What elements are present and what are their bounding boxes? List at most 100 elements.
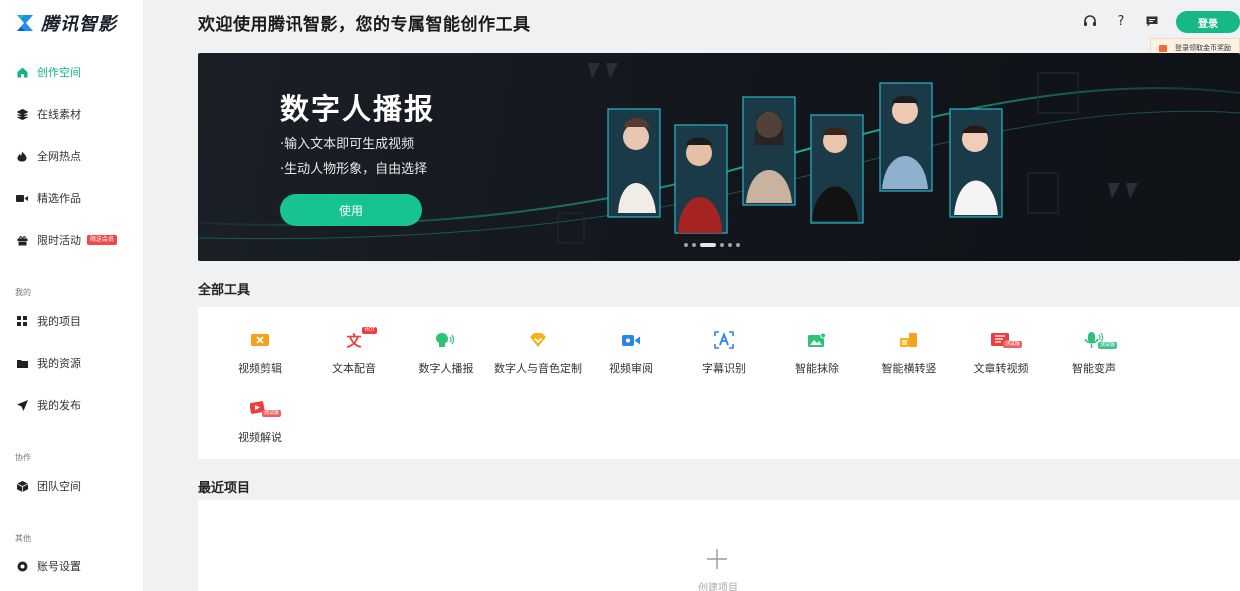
logo-icon — [15, 13, 35, 33]
section-label-mine: 我的 — [15, 288, 31, 297]
video-review-icon — [622, 329, 640, 351]
hot-tag: HOT — [362, 327, 378, 334]
hero-banner[interactable]: 数字人播报 ·输入文本即可生成视频 ·生动人物形象，自由选择 使用 — [198, 53, 1240, 261]
rotate-icon — [900, 329, 918, 351]
tool-label: 智能变声 — [1072, 362, 1116, 375]
sidebar-item-hot-topics[interactable]: 全网热点 — [16, 146, 81, 166]
video-narrate-icon: 测试版 — [250, 398, 282, 420]
article-video-icon: 测试版 — [991, 329, 1023, 351]
folder-icon — [16, 357, 28, 369]
subtitle-icon — [714, 329, 734, 351]
send-icon — [16, 399, 28, 411]
tool-subtitle-recognition[interactable]: 字幕识别 — [679, 329, 769, 379]
beta-tag: 测试版 — [1003, 341, 1023, 348]
settings-icon — [16, 560, 28, 572]
login-button[interactable]: 登录 — [1176, 11, 1240, 33]
tool-voice-change[interactable]: 测试版 智能变声 — [1049, 329, 1139, 379]
recent-section-title: 最近项目 — [198, 481, 251, 496]
help-icon[interactable]: ? — [1113, 13, 1129, 29]
sidebar: 腾讯智影 创作空间 在线素材 全网热点 精选作品 限时活动 限送会员 我的 我的… — [0, 0, 143, 591]
tool-video-review[interactable]: 视频审阅 — [586, 329, 676, 379]
banner-use-button[interactable]: 使用 — [280, 194, 422, 226]
tools-section-title: 全部工具 — [198, 283, 251, 298]
sidebar-item-label: 限时活动 — [37, 234, 81, 247]
sidebar-item-label: 我的资源 — [37, 357, 81, 370]
sidebar-item-my-publish[interactable]: 我的发布 — [16, 395, 81, 415]
page-title: 欢迎使用腾讯智影，您的专属智能创作工具 — [198, 15, 531, 35]
sidebar-item-account-settings[interactable]: 账号设置 — [16, 556, 81, 576]
tool-video-narration[interactable]: 测试版 视频解说 — [215, 398, 305, 448]
tool-label: 视频剪辑 — [238, 362, 282, 375]
tool-landscape-to-portrait[interactable]: 智能横转竖 — [864, 329, 954, 379]
tool-label: 智能抹除 — [795, 362, 839, 375]
carousel-dot[interactable] — [692, 243, 696, 247]
beta-tag: 测试版 — [1098, 342, 1118, 349]
beta-tag: 测试版 — [262, 410, 282, 417]
sidebar-item-creation-space[interactable]: 创作空间 — [16, 62, 81, 82]
carousel-dot[interactable] — [720, 243, 724, 247]
tool-label: 智能横转竖 — [881, 362, 937, 375]
video-icon — [16, 192, 28, 204]
create-project-label: 创建项目 — [698, 583, 738, 591]
carousel-dot[interactable] — [684, 243, 688, 247]
message-icon[interactable] — [1144, 13, 1160, 29]
tool-label: 视频解说 — [238, 431, 282, 444]
gift-icon — [1159, 44, 1167, 52]
recent-projects: 创建项目 — [198, 500, 1240, 591]
sidebar-item-label: 我的发布 — [37, 399, 81, 412]
tool-label: 数字人播报 — [418, 362, 474, 375]
banner-title: 数字人播报 — [280, 92, 436, 126]
sidebar-item-my-projects[interactable]: 我的项目 — [16, 311, 81, 331]
sidebar-item-label: 账号设置 — [37, 560, 81, 573]
tool-digital-human[interactable]: 数字人播报 — [401, 329, 491, 379]
grid-icon — [16, 315, 28, 327]
logo-text: 腾讯智影 — [41, 14, 117, 35]
cube-icon — [16, 480, 28, 492]
banner-feature-2: ·生动人物形象，自由选择 — [280, 162, 428, 177]
sidebar-item-my-resources[interactable]: 我的资源 — [16, 353, 81, 373]
banner-artwork — [198, 63, 1240, 244]
custom-voice-icon — [529, 329, 547, 351]
tool-label: 字幕识别 — [702, 362, 746, 375]
gift-icon — [16, 234, 28, 246]
tool-smart-erase[interactable]: 智能抹除 — [772, 329, 862, 379]
sidebar-item-limited-events[interactable]: 限时活动 限送会员 — [16, 230, 118, 250]
sidebar-item-label: 团队空间 — [37, 480, 81, 493]
tool-label: 文章转视频 — [973, 362, 1029, 375]
sidebar-item-label: 创作空间 — [37, 66, 81, 79]
plus-icon — [707, 549, 727, 569]
sidebar-item-team-space[interactable]: 团队空间 — [16, 476, 81, 496]
erase-icon — [808, 329, 826, 351]
banner-feature-1: ·输入文本即可生成视频 — [280, 137, 415, 152]
tool-article-to-video[interactable]: 测试版 文章转视频 — [956, 329, 1046, 379]
login-tip-text: 登录领取金币奖励 — [1175, 44, 1231, 52]
section-label-collab: 协作 — [15, 453, 31, 462]
sidebar-item-label: 精选作品 — [37, 192, 81, 205]
home-icon — [16, 66, 28, 78]
fire-icon — [16, 150, 28, 162]
sidebar-item-online-assets[interactable]: 在线素材 — [16, 104, 81, 124]
tool-custom-voice[interactable]: 数字人与音色定制 — [493, 329, 583, 379]
tool-label: 数字人与音色定制 — [494, 362, 582, 375]
text-voice-icon: 文 HOT — [346, 327, 378, 350]
logo[interactable]: 腾讯智影 — [15, 10, 117, 36]
promo-badge: 限送会员 — [87, 235, 118, 245]
digital-human-icon — [436, 329, 456, 351]
layers-icon — [16, 108, 28, 120]
carousel-dot[interactable] — [728, 243, 732, 247]
video-edit-icon — [251, 329, 269, 351]
sidebar-item-label: 我的项目 — [37, 315, 81, 328]
section-label-other: 其他 — [15, 534, 31, 543]
carousel-dot-active[interactable] — [700, 243, 716, 247]
carousel-dots — [684, 243, 744, 247]
sidebar-item-featured[interactable]: 精选作品 — [16, 188, 81, 208]
tool-text-voice[interactable]: 文 HOT 文本配音 — [309, 327, 399, 379]
voice-change-icon: 测试版 — [1084, 329, 1118, 351]
sidebar-item-label: 在线素材 — [37, 108, 81, 121]
tool-video-edit[interactable]: 视频剪辑 — [215, 329, 305, 379]
sidebar-item-label: 全网热点 — [37, 150, 81, 163]
headset-icon[interactable] — [1082, 13, 1098, 29]
tool-label: 视频审阅 — [609, 362, 653, 375]
tools-grid: 视频剪辑 文 HOT 文本配音 数字人播报 数字人与音色定制 视频审阅 字幕识别 — [198, 307, 1240, 459]
carousel-dot[interactable] — [736, 243, 740, 247]
